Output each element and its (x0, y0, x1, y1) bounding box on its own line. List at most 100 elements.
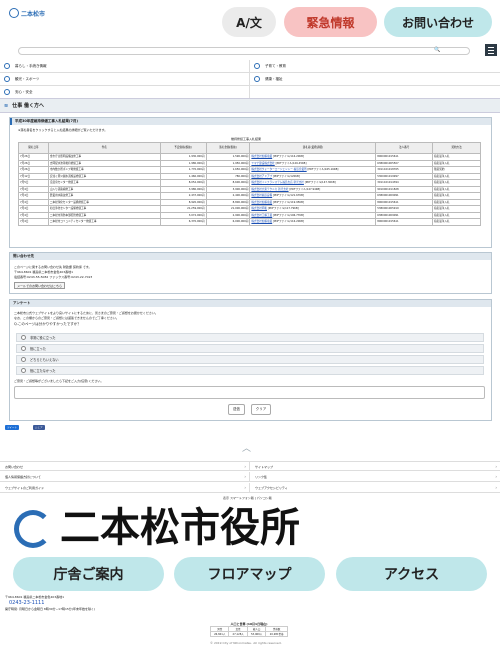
copyright: © 2019 City of Nihonmatsu. All rights re… (210, 641, 282, 645)
footer-link-contact[interactable]: お問い合わせ › (0, 461, 250, 471)
table-cell: 指名競争入札 (432, 218, 481, 226)
footer-link-guide[interactable]: ウェブサイトのご利用ガイド › (0, 483, 250, 493)
footer-link-privacy[interactable]: 個人情報保護方針について › (0, 472, 250, 482)
col-header: 開札日等 (18, 142, 49, 154)
footer-address: 〒964-8601 福島県二本松市金色403番地1 (5, 595, 65, 599)
article-title: 平成30年度維持修繕工事入札結果(7月) (10, 118, 491, 125)
access-button[interactable]: アクセス (336, 557, 487, 591)
table-cell: 株式会社加藤電業 [PDFファイル/116.20KB] (249, 218, 377, 226)
option-label: どちらともいえない (30, 358, 59, 362)
radio-button[interactable] (21, 346, 26, 351)
display-mode-switch[interactable]: 表示 スマートフォン版 | パソコン版 (223, 496, 272, 500)
comment-textarea[interactable] (14, 386, 485, 399)
radio-button[interactable] (21, 368, 26, 373)
language-button[interactable]: A/文 (222, 7, 276, 37)
winner-link[interactable]: 株式会社インフラシステム福島支店 新光支社 (251, 181, 304, 184)
col-header: 落札金額(税抜) (205, 142, 251, 154)
child-icon (254, 63, 260, 69)
pdf-file-info: [PDFファイル/147.94KB] (289, 187, 321, 191)
clear-button[interactable]: クリア (251, 404, 271, 415)
nav-label: 健康・福祉 (265, 76, 283, 81)
table-cell: 6,000,000円 (205, 218, 251, 226)
nav-label: 暮らし・手続き情報 (15, 63, 47, 68)
winner-link[interactable]: 株式会社加藤電業 (251, 155, 272, 158)
twitter-share-button[interactable]: ツイート (5, 425, 20, 430)
population-counter: 人口と世帯 (10月1日現在) 男性 女性 総人口 世帯数 26,841人 27,128… (209, 622, 288, 637)
article-note: ※落札者名をクリックすると入札結果の詳細がご覧いただけます。 (18, 128, 108, 132)
flag-icon (4, 76, 10, 82)
nav-item-health[interactable]: 健康・福祉 (250, 73, 500, 86)
footer-link-sitemap[interactable]: サイトマップ › (250, 461, 500, 471)
winner-link[interactable]: 株式会社福島設備 (251, 194, 272, 197)
winner-link[interactable]: 株式会社加藤電業 (251, 201, 272, 204)
winner-link[interactable]: 株式会社加藤電業 (251, 220, 272, 223)
search-icon[interactable]: 🔍 (434, 47, 440, 53)
chevron-right-icon: › (244, 464, 246, 469)
nav-item-tourism[interactable]: 観光・スポーツ (0, 73, 250, 86)
table-caption: 維持修繕工事入札結果 (231, 137, 262, 141)
winner-link[interactable]: 株式会社大東テクニカ 新光支社 (251, 188, 288, 191)
table-row: 7月4日 二本松市コミュニティセンター修繕工事 6,370,000円 6,000,00… (18, 218, 481, 226)
radio-button[interactable] (21, 357, 26, 362)
table-cell: 6,370,000円 (159, 218, 207, 226)
floor-map-button[interactable]: フロアマップ (174, 557, 325, 591)
site-logo[interactable]: 二本松市 (9, 8, 45, 18)
emergency-info-button[interactable]: 緊急情報 (284, 7, 377, 37)
nav-label: 安心・安全 (15, 89, 33, 94)
col-header: 落札者(業務詳細) (249, 142, 377, 154)
section-title: 仕事 働く方へ (12, 103, 44, 109)
inquiry-heading: 問い合わせ先 (10, 253, 491, 260)
counter-value: 53,969人 (246, 631, 267, 637)
footer-link-label: お問い合わせ (5, 465, 24, 469)
table-cell: 8000001015611 (375, 218, 434, 226)
nav-item-living[interactable]: 暮らし・手続き情報 (0, 60, 250, 73)
col-header: 予定価格(税抜) (159, 142, 207, 154)
chevron-right-icon: › (244, 474, 246, 479)
radio-button[interactable] (21, 335, 26, 340)
facebook-share-button[interactable]: シェア (33, 425, 45, 430)
inquiry-line-2: 〒964-8601 福島県二本松市金色403番地1 (14, 270, 74, 274)
counter-value: 27,128人 (228, 631, 248, 637)
survey-intro-2: なお、この欄からのご意見・ご感想には返答できませんのでご了承ください。 (14, 316, 119, 320)
comment-label: ご意見・ご感想等がございましたら下記をご入力(任意)ください。 (14, 379, 104, 383)
inquiry-panel: 問い合わせ先 (9, 252, 492, 294)
footer-link-label: 個人情報保護方針について (5, 475, 41, 479)
winner-link[interactable]: 株式会社ウォーターエージェンシー 福島営業所 (251, 168, 306, 171)
survey-option[interactable]: 非常に役に立った (16, 333, 484, 342)
counter-value: 20,981世帯 (265, 631, 288, 637)
logo-text: 二本松市 (21, 10, 46, 18)
pdf-file-info: [PDFファイル/106.77KB] (272, 213, 304, 217)
winner-link[interactable]: ヤマナ建設株式会社 (251, 162, 274, 165)
winner-link[interactable]: 株式会社工藤工業 (251, 214, 272, 217)
heart-icon (254, 76, 260, 82)
inquiry-line-1: このページに関するお問い合わせ先 財政課 契約係 です。 (14, 265, 92, 269)
footer-link-accessibility[interactable]: ウェブアクセシビリティ › (250, 483, 500, 493)
nav-item-childcare[interactable]: 子育て・教育 (250, 60, 500, 73)
submit-button[interactable]: 送信 (228, 404, 245, 415)
footer-link-label: ウェブアクセシビリティ (255, 486, 288, 490)
chevron-right-icon: › (244, 485, 246, 490)
office-guide-button[interactable]: 庁舎ご案内 (13, 557, 164, 591)
winner-link[interactable]: 株式会社明和 (251, 207, 267, 210)
footer-phone[interactable]: 0243-23-1111 (9, 600, 44, 606)
page-top-icon[interactable]: ︿ (242, 441, 251, 454)
inquiry-line-3: 電話番号:0243-55-5082 ファックス番号:0243-22-7023 (14, 275, 93, 279)
hamburger-menu-icon[interactable] (485, 44, 497, 56)
pdf-file-info: [PDFファイル/116.20KB] (272, 220, 304, 223)
survey-option[interactable]: 役に立たなかった (16, 366, 484, 375)
mail-inquiry-button[interactable]: メールでのお問い合わせはこちら (14, 282, 66, 289)
footer-link-links[interactable]: リンク集 › (250, 472, 500, 482)
survey-option[interactable]: どちらともいえない (16, 355, 484, 364)
winner-link[interactable]: 株式会社アドアプ (251, 175, 272, 178)
pdf-file-info: [PDFファイル/121.67KB] (272, 194, 304, 197)
section-logo-icon: ≋ (4, 102, 9, 109)
footer-link-label: サイトマップ (255, 465, 274, 469)
footer-hours: 開庁時間: 月曜日から金曜日 8時30分~17時15分(年末年始を除く) (5, 607, 96, 611)
pdf-file-info: [PDFファイル/126.45KB] (275, 161, 307, 165)
survey-option[interactable]: 役に立った (16, 344, 484, 353)
counter-value: 26,841人 (209, 631, 230, 637)
table-cell: 二本松市コミュニティセンター修繕工事 (47, 218, 161, 226)
contact-button[interactable]: お問い合わせ (384, 7, 492, 37)
search-input[interactable] (18, 47, 470, 55)
col-header: 件名 (47, 142, 161, 154)
